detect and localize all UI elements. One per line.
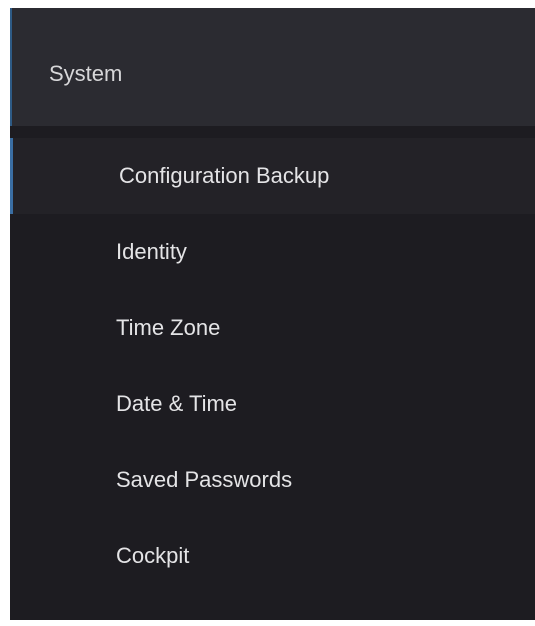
sidebar-item-label: Saved Passwords	[116, 467, 293, 492]
sidebar-item-cockpit[interactable]: Cockpit	[10, 518, 535, 594]
sidebar-item-identity[interactable]: Identity	[10, 214, 535, 290]
sidebar-item-configuration-backup[interactable]: Configuration Backup	[10, 138, 535, 214]
sidebar-item-date-time[interactable]: Date & Time	[10, 366, 535, 442]
sidebar-item-label: Identity	[116, 239, 187, 264]
sidebar-item-time-zone[interactable]: Time Zone	[10, 290, 535, 366]
sidebar-item-saved-passwords[interactable]: Saved Passwords	[10, 442, 535, 518]
sidebar-item-label: Date & Time	[116, 391, 238, 416]
sidebar-item-label: Time Zone	[116, 315, 221, 340]
section-label: System	[49, 61, 123, 86]
sidebar-item-label: Cockpit	[116, 543, 190, 568]
settings-sidebar: System Configuration Backup Identity Tim…	[10, 8, 535, 620]
sidebar-item-label: Configuration Backup	[119, 163, 330, 188]
section-header-system[interactable]: System	[10, 8, 535, 126]
